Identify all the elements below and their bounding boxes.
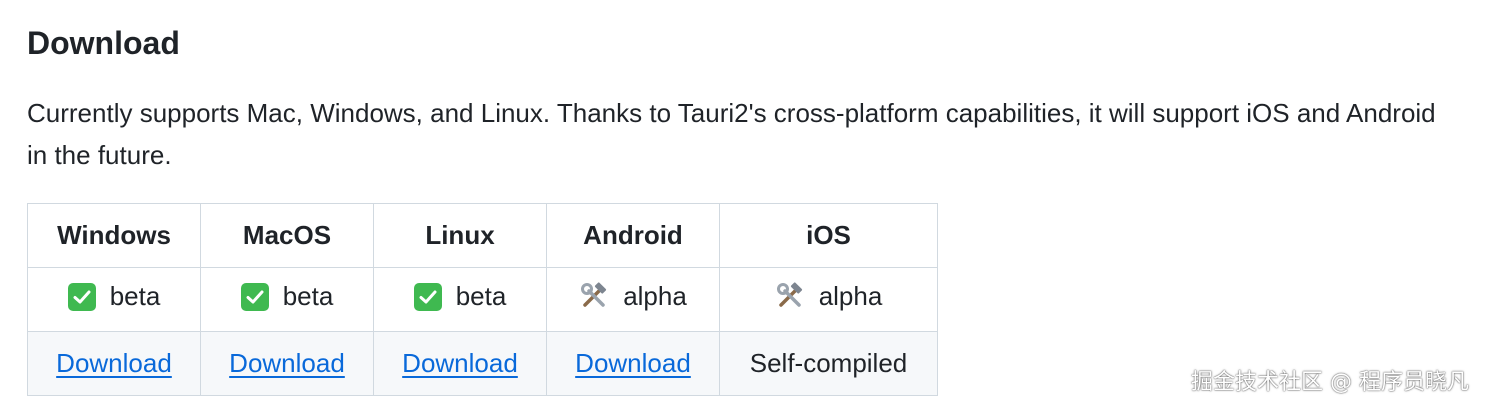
hammer-wrench-icon [775,281,805,311]
hammer-wrench-icon [579,281,609,311]
self-compiled-text: Self-compiled [749,348,908,378]
download-link-android[interactable]: Download [575,348,691,378]
download-link-macos[interactable]: Download [229,348,345,378]
header-linux: Linux [373,203,547,268]
section-description: Currently supports Mac, Windows, and Lin… [27,98,1436,170]
status-label: beta [455,281,507,312]
status-label: alpha [623,280,687,311]
status-cell-ios: alpha [719,267,938,332]
section-heading: Download [27,25,180,61]
watermark: 掘金技术社区 @ 程序员晓凡 [1191,370,1469,395]
status-cell-windows: beta [27,267,201,332]
download-row: Download Download Download Download Self… [27,331,938,396]
header-macos: MacOS [200,203,374,268]
check-mark-icon [67,282,96,311]
status-cell-macos: beta [200,267,374,332]
header-windows: Windows [27,203,201,268]
download-link-linux[interactable]: Download [402,348,518,378]
check-mark-icon [413,282,442,311]
status-row: beta beta beta alpha alpha [27,267,938,332]
check-mark-icon [240,282,269,311]
status-cell-android: alpha [546,267,720,332]
status-label: alpha [818,280,883,311]
status-label: beta [282,281,334,312]
download-cell-android: Download [546,331,720,396]
table-header-row: Windows MacOS Linux Android iOS [27,203,938,268]
status-cell-linux: beta [373,267,547,332]
download-cell-macos: Download [200,331,374,396]
header-ios: iOS [719,203,938,268]
download-cell-ios: Self-compiled [719,331,938,396]
download-link-windows[interactable]: Download [56,348,172,378]
header-android: Android [546,203,720,268]
download-cell-windows: Download [27,331,201,396]
platform-table: Windows MacOS Linux Android iOS beta bet… [27,203,938,396]
status-label: beta [109,281,161,312]
download-cell-linux: Download [373,331,547,396]
